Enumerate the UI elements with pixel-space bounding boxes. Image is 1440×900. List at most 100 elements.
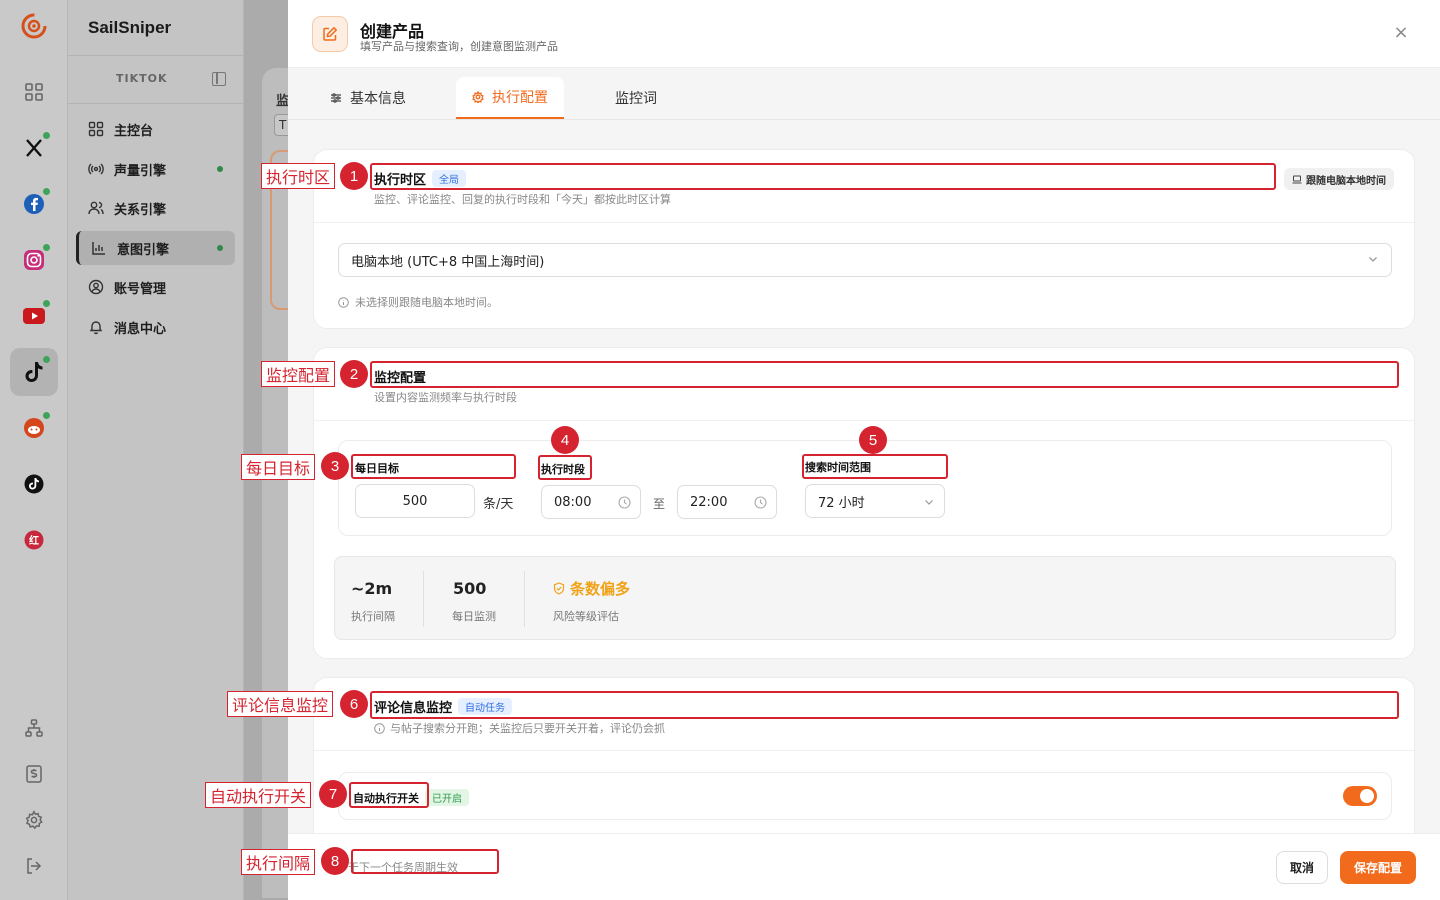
sailsniper-logo-icon <box>20 12 48 40</box>
cancel-button[interactable]: 取消 <box>1276 851 1328 884</box>
tiktok-shop-icon[interactable] <box>10 460 58 508</box>
sidebar-item-accounts[interactable]: 账号管理 <box>76 270 235 304</box>
search-range-label: 搜索时间范围 <box>805 461 871 474</box>
sidebar-item-relation-engine[interactable]: 关系引擎 <box>76 191 235 225</box>
annotation-label-6: 评论信息监控 <box>227 691 334 717</box>
sidebar-item-voice-engine[interactable]: 声量引擎 <box>76 152 235 186</box>
sidebar-item-intent-engine[interactable]: 意图引擎 <box>76 231 235 265</box>
annotation-number-4: 4 <box>551 426 579 454</box>
bell-icon <box>88 319 104 335</box>
daily-target-input[interactable]: 500 <box>355 484 475 518</box>
timezone-select[interactable]: 电脑本地 (UTC+8 中国上海时间) <box>338 243 1392 277</box>
divider <box>314 750 1414 751</box>
sidebar-item-label: 声量引擎 <box>114 163 167 179</box>
auto-exec-row: 自动执行开关 已开启 <box>338 772 1392 820</box>
annotation-number-5: 5 <box>859 426 887 454</box>
save-config-button[interactable]: 保存配置 <box>1340 851 1416 884</box>
tab-execution-config[interactable]: 执行配置 <box>456 77 564 119</box>
sidebar: SailSniper TIKTOK 主控台 声量引擎 关系引擎 意图引擎 账号管… <box>68 0 312 900</box>
annotation-number-8: 8 <box>321 847 349 875</box>
annotation-label-8: 执行间隔 <box>241 849 316 875</box>
logout-icon[interactable] <box>10 842 58 890</box>
timezone-hint: 未选择则跟随电脑本地时间。 <box>338 294 498 310</box>
sidebar-item-label: 消息中心 <box>114 321 167 337</box>
gear-icon <box>472 91 484 103</box>
brand-name: SailSniper <box>88 18 172 37</box>
platform-rail: 红 <box>0 0 68 900</box>
follow-local-time-button[interactable]: 跟随电脑本地时间 <box>1284 168 1394 190</box>
reddit-icon[interactable] <box>10 404 58 452</box>
drawer-header: 创建产品 填写产品与搜索查询，创建意图监测产品 × <box>288 0 1440 68</box>
users-icon <box>88 200 104 216</box>
tab-monitor-keywords[interactable]: 监控词 <box>606 77 666 119</box>
info-icon <box>374 722 385 734</box>
divider <box>314 420 1414 421</box>
shield-check-icon <box>553 582 565 595</box>
platform-label: TIKTOK <box>116 72 168 85</box>
status-dot <box>217 166 223 172</box>
status-dot <box>217 245 223 251</box>
auto-exec-label: 自动执行开关 已开启 <box>353 789 469 806</box>
facebook-icon[interactable] <box>10 180 58 228</box>
x-twitter-icon[interactable] <box>10 124 58 172</box>
tab-basic-info[interactable]: 基本信息 <box>328 77 408 119</box>
end-time-input[interactable]: 22:00 <box>677 485 777 519</box>
sitemap-icon[interactable] <box>10 704 58 752</box>
account-icon <box>88 279 104 295</box>
timezone-card: 执行时区 全局 监控、评论监控、回复的执行时段和「今天」都按此时区计算 跟随电脑本… <box>313 149 1415 329</box>
sidebar-item-dashboard[interactable]: 主控台 <box>76 112 235 146</box>
chart-icon <box>91 240 107 256</box>
instagram-icon[interactable] <box>10 236 58 284</box>
comment-monitor-card: 评论信息监控 自动任务 与帖子搜索分开跑；关监控后只要开关开着，评论仍会抓 自动执… <box>313 677 1415 833</box>
annotation-number-2: 2 <box>340 360 368 388</box>
risk-label: 风险等级评估 <box>553 610 619 623</box>
close-icon[interactable]: × <box>1392 24 1410 42</box>
search-range-select[interactable]: 72 小时 <box>805 484 945 518</box>
info-icon <box>338 296 349 308</box>
annotation-number-3: 3 <box>321 452 349 480</box>
annotation-number-7: 7 <box>319 780 347 808</box>
sliders-icon <box>330 92 342 104</box>
auto-exec-toggle[interactable] <box>1343 786 1377 806</box>
daily-target-unit: 条/天 <box>483 497 514 512</box>
annotation-label-7: 自动执行开关 <box>205 782 312 808</box>
sidebar-item-label: 意图引擎 <box>117 242 170 258</box>
start-time-input[interactable]: 08:00 <box>541 485 641 519</box>
chevron-down-icon <box>1367 253 1379 269</box>
exec-period-label: 执行时段 <box>541 463 585 476</box>
youtube-icon[interactable] <box>10 292 58 340</box>
grid-icon[interactable] <box>10 68 58 116</box>
daily-target-label: 每日目标 <box>355 462 399 475</box>
annotation-label-2: 监控配置 <box>261 361 336 387</box>
sidebar-collapse-icon[interactable] <box>212 72 226 86</box>
edit-icon <box>312 16 348 52</box>
timezone-desc: 监控、评论监控、回复的执行时段和「今天」都按此时区计算 <box>374 193 671 206</box>
interval-value: ~2m <box>351 579 393 598</box>
annotation-label-3: 每日目标 <box>241 454 316 480</box>
timezone-title: 执行时区 全局 <box>374 169 467 188</box>
monitor-stats-panel: ~2m 执行间隔 500 每日监测 条数偏多 风险等级评估 <box>334 556 1396 640</box>
sidebar-item-label: 关系引擎 <box>114 202 167 218</box>
sidebar-item-messages[interactable]: 消息中心 <box>76 310 235 344</box>
footer-note: 于下一个任务周期生效 <box>348 861 458 874</box>
annotation-number-6: 6 <box>340 690 368 718</box>
comment-desc: 与帖子搜索分开跑；关监控后只要开关开着，评论仍会抓 <box>374 720 665 736</box>
xiaohongshu-icon[interactable]: 红 <box>10 516 58 564</box>
daily-monitor-value: 500 <box>453 579 487 598</box>
clock-icon <box>754 496 767 513</box>
drawer-tabs: 基本信息 执行配置 监控词 <box>288 68 1440 120</box>
divider <box>524 571 525 627</box>
tiktok-icon[interactable] <box>10 348 58 396</box>
comment-title: 评论信息监控 自动任务 <box>374 697 513 716</box>
global-badge: 全局 <box>432 170 467 187</box>
enabled-badge: 已开启 <box>425 789 469 806</box>
background-content: 监 T <box>244 0 302 900</box>
monitor-fields-box: 每日目标 500 条/天 执行时段 08:00 至 22:00 搜索时间范围 7… <box>338 440 1392 536</box>
billing-icon[interactable] <box>10 750 58 798</box>
sidebar-item-label: 账号管理 <box>114 281 167 297</box>
risk-value: 条数偏多 <box>553 578 630 599</box>
settings-gear-icon[interactable] <box>10 796 58 844</box>
monitor-config-card: 监控配置 设置内容监测频率与执行时段 每日目标 500 条/天 执行时段 08:… <box>313 347 1415 659</box>
annotation-label-1: 执行时区 <box>261 163 336 189</box>
sidebar-item-label: 主控台 <box>114 123 154 139</box>
